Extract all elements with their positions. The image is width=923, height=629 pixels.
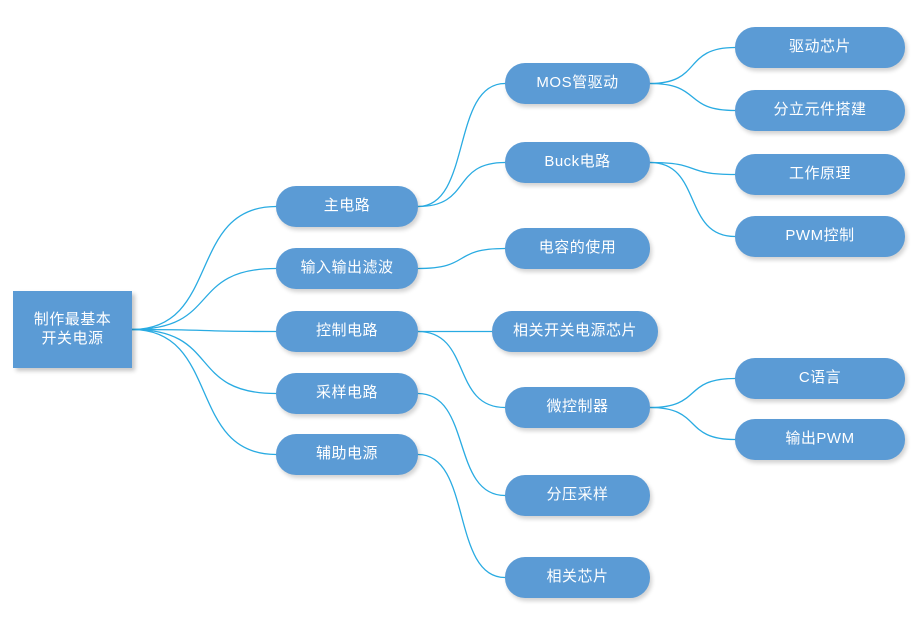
edge-io_filter-to-cap_usage xyxy=(417,247,506,270)
edge-aux_power-to-related_chips xyxy=(417,453,506,579)
node-pwm-control[interactable]: PWM控制 xyxy=(735,216,905,257)
node-divider-sample[interactable]: 分压采样 xyxy=(505,475,650,516)
node-sample-circuit[interactable]: 采样电路 xyxy=(276,373,418,414)
edge-buck_circuit-to-work_principle xyxy=(649,161,736,176)
node-mcu[interactable]: 微控制器 xyxy=(505,387,650,428)
edge-mcu-to-pwm_output xyxy=(649,406,736,441)
node-cap-usage[interactable]: 电容的使用 xyxy=(505,228,650,269)
node-control-circuit[interactable]: 控制电路 xyxy=(276,311,418,352)
node-work-principle[interactable]: 工作原理 xyxy=(735,154,905,195)
edge-mos_drive-to-discrete_build xyxy=(649,82,736,112)
node-related-chips[interactable]: 相关芯片 xyxy=(505,557,650,598)
node-mos-drive[interactable]: MOS管驱动 xyxy=(505,63,650,104)
edge-main_circuit-to-mos_drive xyxy=(417,82,506,208)
node-main-circuit[interactable]: 主电路 xyxy=(276,186,418,227)
node-c-language[interactable]: C语言 xyxy=(735,358,905,399)
edge-root-to-control_circuit xyxy=(131,328,277,333)
node-smps-chips[interactable]: 相关开关电源芯片 xyxy=(492,311,658,352)
edge-root-to-aux_power xyxy=(131,328,277,456)
node-aux-power[interactable]: 辅助电源 xyxy=(276,434,418,475)
edge-root-to-main_circuit xyxy=(131,205,277,331)
edge-root-to-sample_circuit xyxy=(131,328,277,395)
node-root[interactable]: 制作最基本 开关电源 xyxy=(13,291,132,368)
edge-buck_circuit-to-pwm_control xyxy=(649,161,736,238)
edge-main_circuit-to-buck_circuit xyxy=(417,161,506,208)
node-discrete-build[interactable]: 分立元件搭建 xyxy=(735,90,905,131)
edge-control_circuit-to-mcu xyxy=(417,330,506,409)
node-driver-ic[interactable]: 驱动芯片 xyxy=(735,27,905,68)
node-buck-circuit[interactable]: Buck电路 xyxy=(505,142,650,183)
mindmap-canvas: 制作最基本 开关电源 主电路 输入输出滤波 控制电路 采样电路 辅助电源 MOS… xyxy=(0,0,923,629)
edge-sample_circuit-to-divider_sample xyxy=(417,392,506,497)
node-pwm-output[interactable]: 输出PWM xyxy=(735,419,905,460)
node-io-filter[interactable]: 输入输出滤波 xyxy=(276,248,418,289)
edge-mcu-to-c_language xyxy=(649,377,736,409)
edge-mos_drive-to-driver_ic xyxy=(649,46,736,85)
edge-root-to-io_filter xyxy=(131,267,277,331)
